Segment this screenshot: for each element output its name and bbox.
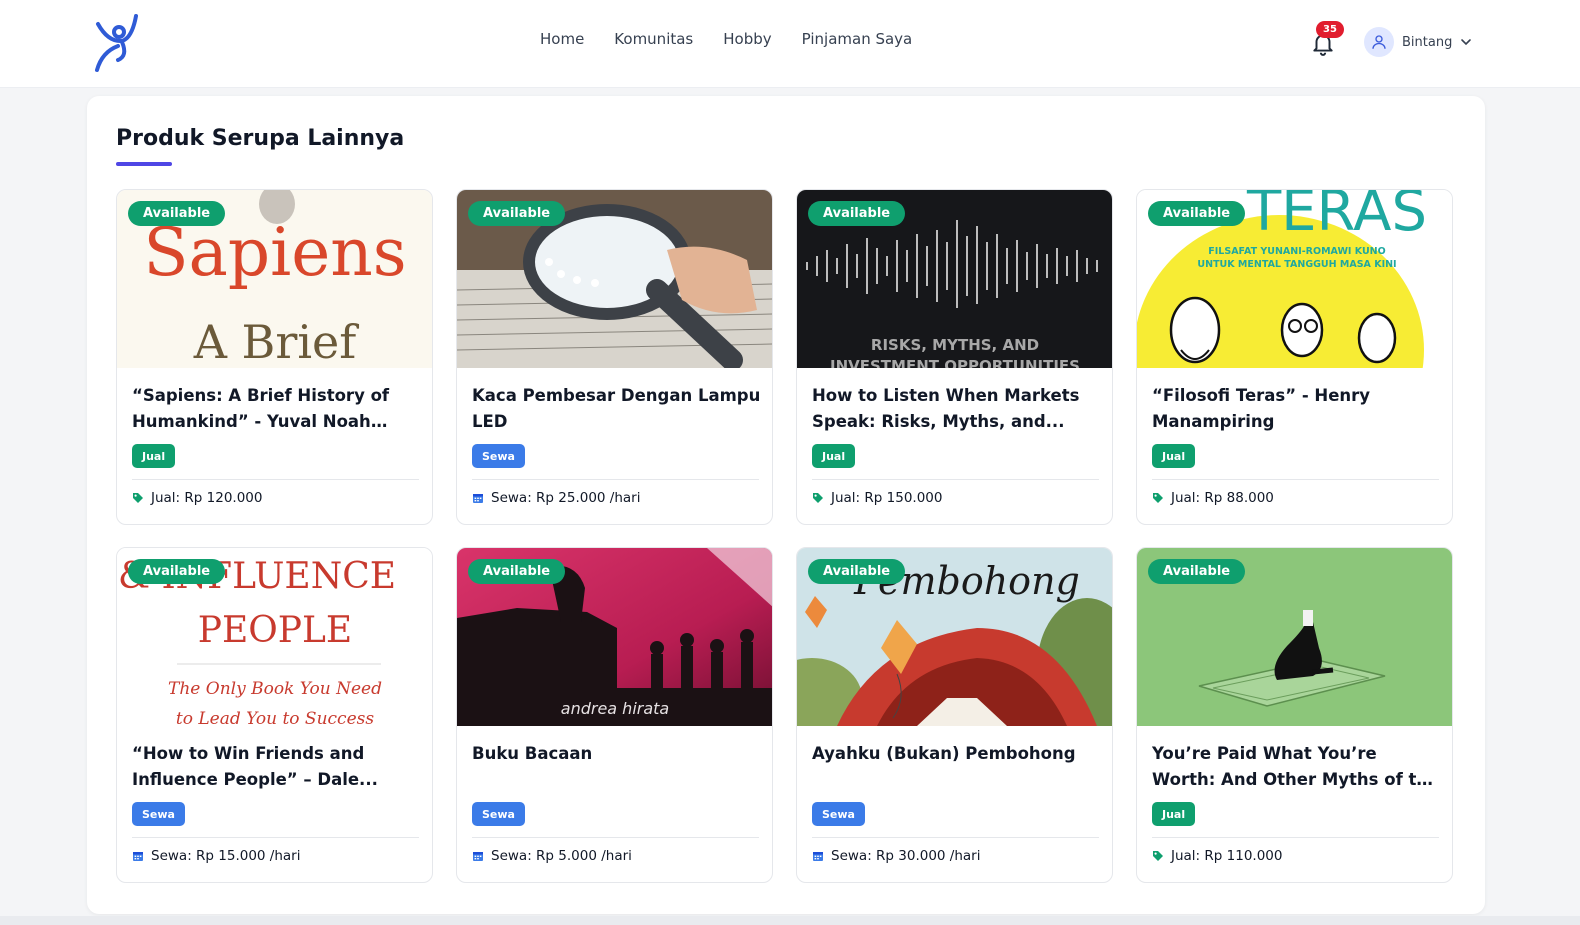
user-icon [1372,35,1386,49]
type-badge: Sewa [132,802,185,826]
nav-pinjaman-saya[interactable]: Pinjaman Saya [802,30,913,48]
price-text: Jual: Rp 110.000 [1171,848,1283,864]
card-divider [132,479,419,480]
product-image-text: TERAS [1246,190,1427,244]
similar-products-panel: Produk Serupa Lainnya Sapiens A Brief Av… [87,96,1485,914]
product-image-text: RISKS, MYTHS, AND [871,336,1039,354]
product-title[interactable]: Buku Bacaan [472,741,762,795]
price-row: Jual: Rp 150.000 [812,490,942,506]
type-badge: Sewa [812,802,865,826]
product-title[interactable]: You’re Paid What You’re Worth: And Other… [1152,741,1442,795]
price-row: Sewa: Rp 5.000 /hari [472,848,632,864]
product-image-text: FILSAFAT YUNANI-ROMAWI KUNO [1208,246,1385,257]
tag-icon [813,493,823,503]
calendar-icon [473,852,483,861]
user-name: Bintang [1402,34,1453,50]
title-underline [116,162,172,166]
product-card[interactable]: RISKS, MYTHS, AND INVESTMENT OPPORTUNITI… [796,189,1113,525]
type-badge: Jual [1152,444,1196,468]
product-image-text: A Brief [193,315,360,368]
price-row: Jual: Rp 88.000 [1152,490,1274,506]
product-card[interactable]: andrea hirata Available Buku Bacaan Sewa… [456,547,773,883]
status-badge: Available [468,559,566,584]
product-image-text: The Only Book You Need [168,679,382,699]
card-divider [812,479,1099,480]
product-grid: Sapiens A Brief Available “Sapiens: A Br… [116,189,1453,883]
product-image-text: PEOPLE [198,610,352,651]
logo-icon[interactable] [92,12,142,76]
price-text: Sewa: Rp 25.000 /hari [491,490,641,506]
product-card[interactable]: Pembohong Available Ayahku (Bukan) Pembo… [796,547,1113,883]
status-badge: Available [468,201,566,226]
card-divider [472,479,759,480]
product-card[interactable]: Available You’re Paid What You’re Worth:… [1136,547,1453,883]
type-badge: Sewa [472,444,525,468]
nav-komunitas[interactable]: Komunitas [614,30,693,48]
price-text: Jual: Rp 88.000 [1171,490,1274,506]
status-badge: Available [808,559,906,584]
calendar-icon [133,852,143,861]
card-divider [132,837,419,838]
type-badge: Jual [132,444,176,468]
status-badge: Available [1148,201,1246,226]
product-image-text: UNTUK MENTAL TANGGUH MASA KINI [1197,259,1396,270]
card-divider [1152,837,1439,838]
product-title[interactable]: “Filosofi Teras” - Henry Manampiring [1152,383,1442,437]
tag-icon [1153,493,1163,503]
price-row: Sewa: Rp 15.000 /hari [132,848,300,864]
card-divider [1152,479,1439,480]
card-divider [472,837,759,838]
type-badge: Sewa [472,802,525,826]
nav-home[interactable]: Home [540,30,584,48]
product-card[interactable]: & INFLUENCE PEOPLE The Only Book You Nee… [116,547,433,883]
type-badge: Jual [812,444,856,468]
status-badge: Available [128,559,226,584]
avatar [1364,27,1394,57]
product-image-text: INVESTMENT OPPORTUNITIES [830,357,1080,368]
price-text: Sewa: Rp 30.000 /hari [831,848,981,864]
calendar-icon [813,852,823,861]
main-nav: Home Komunitas Hobby Pinjaman Saya [540,30,912,48]
status-badge: Available [808,201,906,226]
navbar: Home Komunitas Hobby Pinjaman Saya 35 Bi… [0,0,1580,88]
section-title: Produk Serupa Lainnya [116,126,405,151]
tag-icon [1153,851,1163,861]
product-image-text: andrea hirata [561,699,669,718]
price-text: Jual: Rp 120.000 [151,490,263,506]
product-title[interactable]: Kaca Pembesar Dengan Lampu LED [472,383,762,437]
page-bottom-edge [0,916,1580,925]
price-row: Sewa: Rp 25.000 /hari [472,490,640,506]
product-card[interactable]: Available Kaca Pembesar Dengan Lampu LED… [456,189,773,525]
price-row: Jual: Rp 120.000 [132,490,262,506]
tag-icon [133,493,143,503]
product-image-text: to Lead You to Success [176,709,374,726]
price-row: Sewa: Rp 30.000 /hari [812,848,980,864]
notification-count-badge: 35 [1316,21,1344,38]
calendar-icon [473,494,483,503]
product-card[interactable]: TERAS FILSAFAT YUNANI-ROMAWI KUNO UNTUK … [1136,189,1453,525]
price-text: Sewa: Rp 15.000 /hari [151,848,301,864]
nav-hobby[interactable]: Hobby [723,30,771,48]
product-title[interactable]: Ayahku (Bukan) Pembohong [812,741,1102,795]
status-badge: Available [1148,559,1246,584]
price-text: Sewa: Rp 5.000 /hari [491,848,632,864]
product-title[interactable]: How to Listen When Markets Speak: Risks,… [812,383,1102,437]
chevron-down-icon [1461,39,1472,46]
price-row: Jual: Rp 110.000 [1152,848,1282,864]
product-title[interactable]: “How to Win Friends and Influence People… [132,741,422,795]
user-menu[interactable]: Bintang [1364,27,1472,57]
card-divider [812,837,1099,838]
type-badge: Jual [1152,802,1196,826]
status-badge: Available [128,201,226,226]
product-card[interactable]: Sapiens A Brief Available “Sapiens: A Br… [116,189,433,525]
product-title[interactable]: “Sapiens: A Brief History of Humankind” … [132,383,422,437]
price-text: Jual: Rp 150.000 [831,490,943,506]
